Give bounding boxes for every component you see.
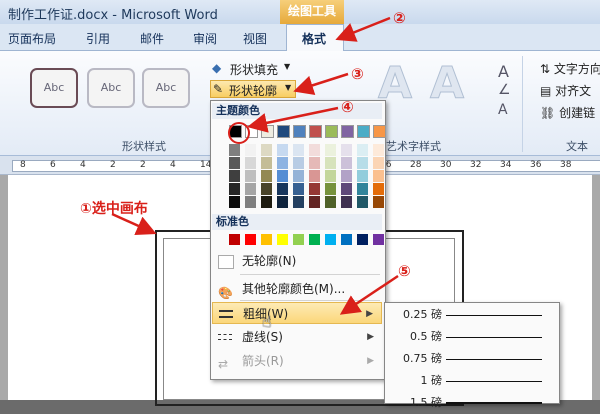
arrow-step-1 — [111, 212, 157, 235]
arrow-step-2 — [335, 16, 391, 42]
annotation-arrows — [111, 16, 399, 315]
weight-sample-line — [446, 402, 542, 404]
arrow-step-5 — [339, 274, 399, 315]
arrow-step-3 — [293, 72, 349, 95]
arrow-step-4 — [247, 106, 339, 133]
